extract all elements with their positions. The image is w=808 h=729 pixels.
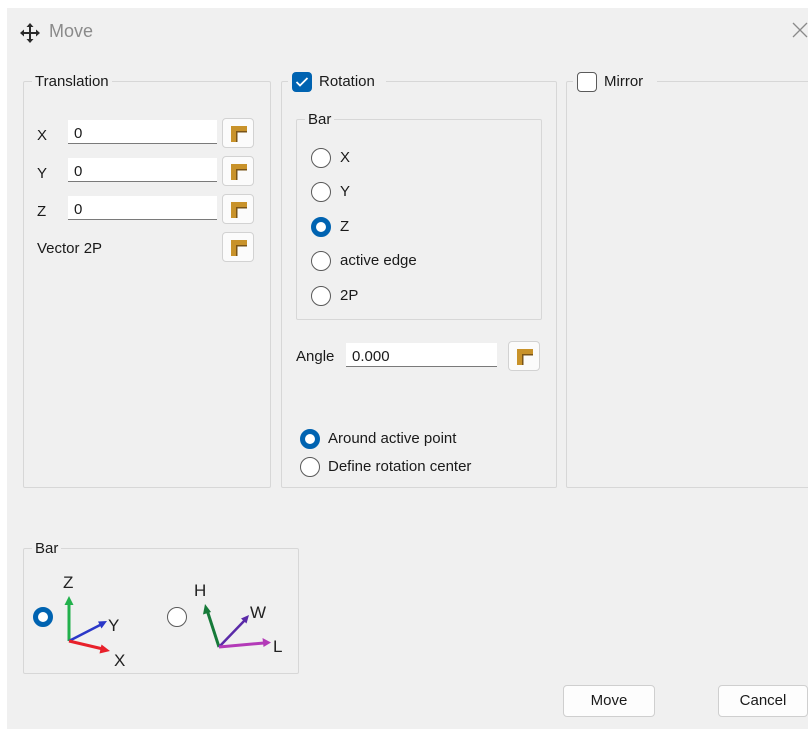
rotation-bar-legend: Bar: [305, 111, 335, 129]
bar-system-hwl-radio[interactable]: [167, 607, 187, 627]
rotation-bar-y-radio[interactable]: [311, 182, 331, 202]
close-icon[interactable]: [790, 20, 808, 40]
rotation-bar-2p-radio[interactable]: [311, 286, 331, 306]
rotation-bar-x-label[interactable]: X: [340, 149, 350, 167]
x-label: X: [37, 127, 48, 144]
z-label: Z: [37, 203, 47, 220]
define-rotation-center-label[interactable]: Define rotation center: [328, 458, 471, 476]
rotation-bar-active-edge-label[interactable]: active edge: [340, 252, 417, 270]
pick-vector-button[interactable]: [222, 232, 254, 262]
rotation-bar-active-edge-radio[interactable]: [311, 251, 331, 271]
window-title: Move: [49, 21, 94, 41]
mirror-label: Mirror: [604, 73, 644, 90]
y-label: Y: [37, 165, 48, 182]
axis-label-w: W: [250, 603, 266, 622]
title-bar: Move: [7, 8, 808, 56]
axis-label-z: Z: [63, 573, 73, 592]
hwl-axes-icon: H W L: [194, 581, 282, 656]
mirror-checkbox[interactable]: [577, 72, 597, 92]
xyz-axes-icon: Z Y X: [63, 573, 125, 667]
bar-system-xyz-radio[interactable]: [33, 607, 53, 627]
pick-angle-button[interactable]: [508, 341, 540, 371]
move-arrows-icon: [20, 23, 40, 43]
rotation-bar-2p-label[interactable]: 2P: [340, 287, 358, 305]
axis-label-h: H: [194, 581, 206, 600]
rotation-group: Rotation Bar X Y Z active edge 2P Angle …: [281, 72, 557, 488]
rotation-bar-group: Bar X Y Z active edge 2P: [296, 111, 542, 320]
translation-group: Translation X Y Z Vector 2P: [23, 73, 271, 488]
rotation-label: Rotation: [319, 73, 375, 90]
axis-label-y: Y: [108, 616, 119, 635]
rotation-bar-y-label[interactable]: Y: [340, 183, 350, 201]
pick-icon: [517, 349, 533, 365]
pick-y-button[interactable]: [222, 156, 254, 186]
translation-y-field[interactable]: [68, 158, 217, 182]
move-button[interactable]: Move: [563, 685, 655, 717]
axis-label-x: X: [114, 651, 125, 667]
pick-icon: [231, 126, 247, 142]
pick-icon: [231, 202, 247, 218]
define-rotation-center-radio[interactable]: [300, 457, 320, 477]
around-active-point-label[interactable]: Around active point: [328, 430, 456, 448]
translation-z-field[interactable]: [68, 196, 217, 220]
translation-legend: Translation: [32, 73, 112, 91]
rotation-bar-z-radio[interactable]: [311, 217, 331, 237]
rotation-bar-z-label[interactable]: Z: [340, 218, 349, 236]
bar-system-legend: Bar: [32, 540, 62, 558]
rotation-bar-x-radio[interactable]: [311, 148, 331, 168]
pick-icon: [231, 164, 247, 180]
move-dialog: Move Translation X Y Z Vector 2P: [7, 8, 808, 729]
pick-x-button[interactable]: [222, 118, 254, 148]
pick-icon: [231, 240, 247, 256]
angle-field[interactable]: [346, 343, 497, 367]
translation-x-field[interactable]: [68, 120, 217, 144]
vector-2p-label: Vector 2P: [37, 240, 103, 257]
axis-label-l: L: [273, 637, 282, 656]
bar-system-group: Bar Z Y X H W L: [23, 540, 299, 674]
angle-label: Angle: [296, 348, 335, 365]
checkmark-icon: [295, 77, 309, 87]
around-active-point-radio[interactable]: [300, 429, 320, 449]
rotation-checkbox[interactable]: [292, 72, 312, 92]
mirror-group: Mirror: [566, 72, 808, 488]
mirror-legend-wrap: Mirror: [573, 72, 657, 92]
rotation-legend-wrap: Rotation: [288, 72, 386, 92]
pick-z-button[interactable]: [222, 194, 254, 224]
cancel-button[interactable]: Cancel: [718, 685, 808, 717]
